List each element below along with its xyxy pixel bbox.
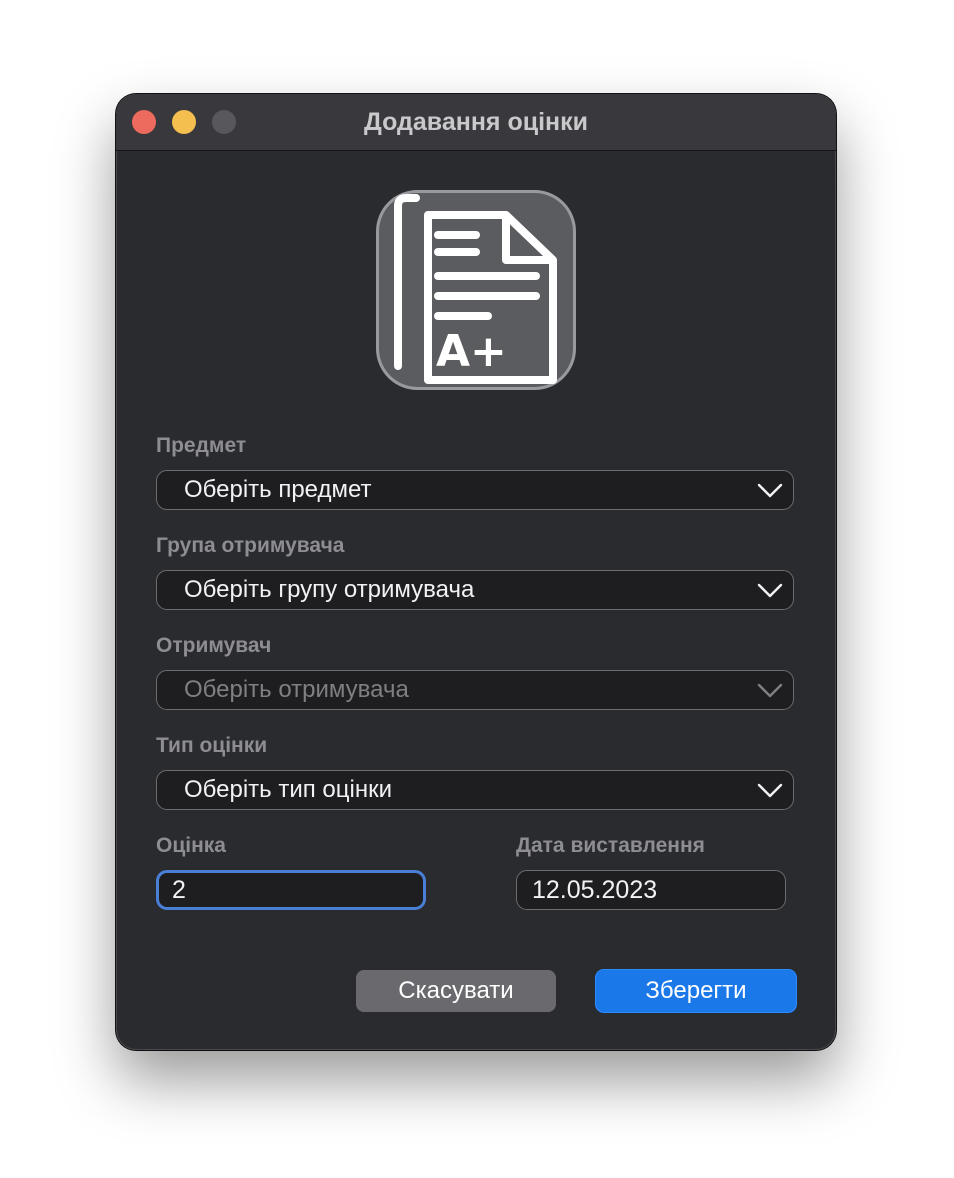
- recipient-group-select-value: Оберіть групу отримувача: [184, 576, 475, 603]
- chevron-down-icon: [757, 583, 783, 598]
- title-bar[interactable]: Додавання оцінки: [116, 94, 836, 151]
- grade-input[interactable]: 2: [156, 870, 426, 910]
- recipient-group-select[interactable]: Оберіть групу отримувача: [156, 570, 794, 610]
- subject-label: Предмет: [156, 434, 247, 457]
- grade-label: Оцінка: [156, 834, 226, 857]
- chevron-down-icon: [757, 483, 783, 498]
- chevron-down-icon: [757, 683, 783, 698]
- recipient-label: Отримувач: [156, 634, 272, 657]
- recipient-group-label: Група отримувача: [156, 534, 345, 557]
- save-button[interactable]: Зберегти: [596, 970, 796, 1012]
- grade-document-icon: A+: [376, 190, 576, 390]
- subject-select[interactable]: Оберіть предмет: [156, 470, 794, 510]
- window-title: Додавання оцінки: [363, 108, 589, 136]
- chevron-down-icon: [757, 783, 783, 798]
- date-label: Дата виставлення: [516, 834, 705, 857]
- grade-type-label: Тип оцінки: [156, 734, 268, 757]
- grade-type-select[interactable]: Оберіть тип оцінки: [156, 770, 794, 810]
- grade-type-select-value: Оберіть тип оцінки: [184, 776, 392, 803]
- recipient-select-value: Оберіть отримувача: [184, 676, 409, 703]
- grade-glyph: A+: [436, 326, 507, 377]
- date-input[interactable]: 12.05.2023: [516, 870, 786, 910]
- recipient-select: Оберіть отримувача: [156, 670, 794, 710]
- cancel-button[interactable]: Скасувати: [356, 970, 556, 1012]
- subject-select-value: Оберіть предмет: [184, 476, 372, 503]
- add-grade-dialog: Додавання оцінки A+ Предмет Оберіть пред…: [116, 94, 836, 1050]
